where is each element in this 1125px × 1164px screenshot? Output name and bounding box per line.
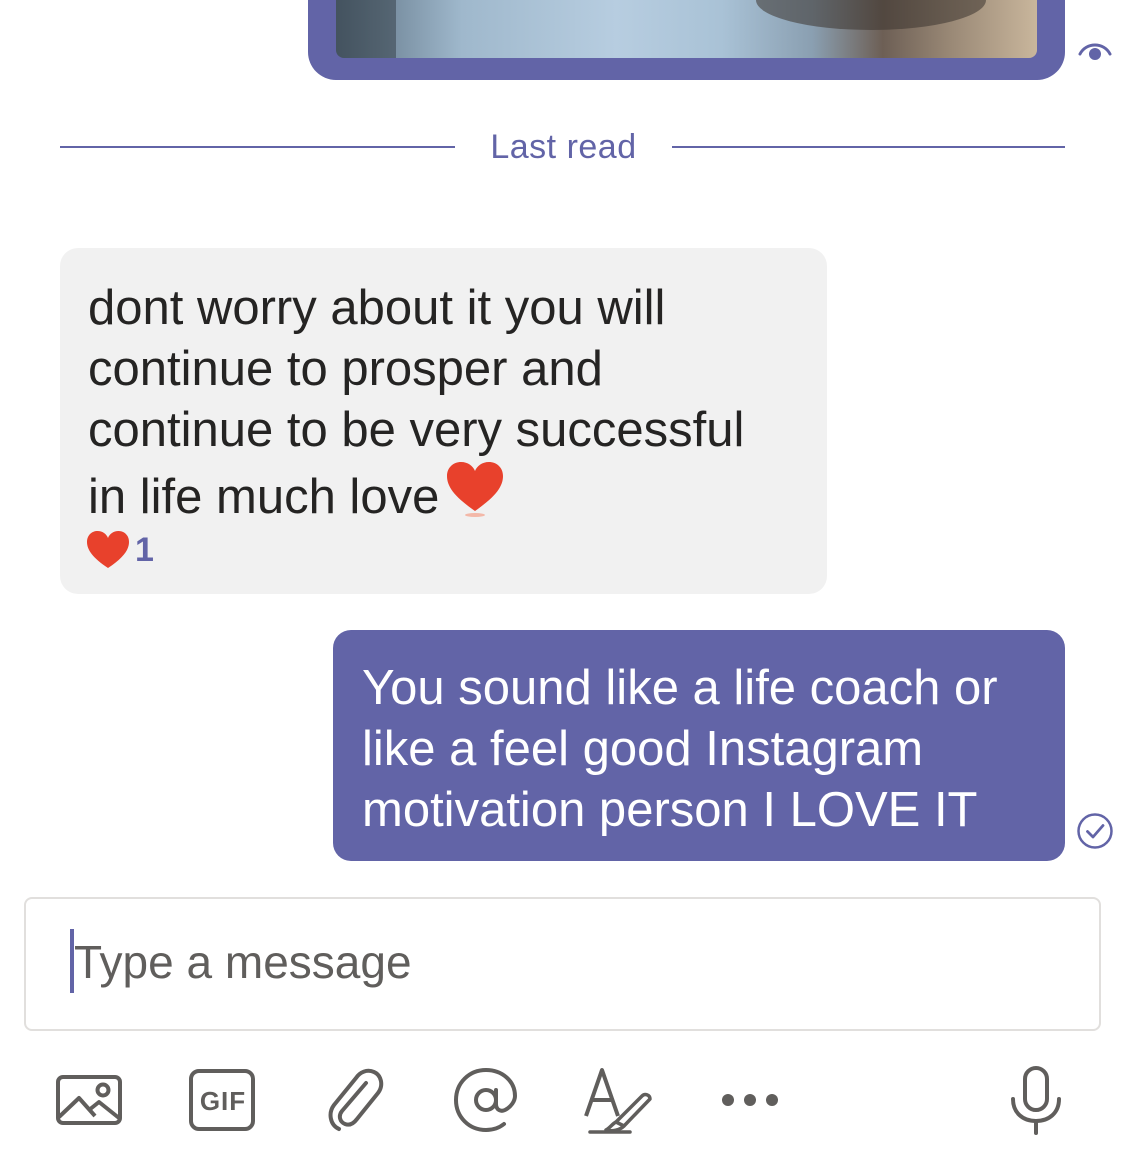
outgoing-message-text: You sound like a life coach or like a fe… — [362, 658, 1037, 841]
heart-icon — [87, 531, 129, 568]
reaction-badge[interactable]: 1 — [85, 530, 154, 570]
heart-emoji — [447, 462, 504, 517]
microphone-button[interactable] — [996, 1060, 1076, 1140]
message-input[interactable] — [74, 927, 1054, 997]
gif-button[interactable]: GIF — [182, 1060, 262, 1140]
chat-screen: Last read dont worry about it you will c… — [0, 0, 1125, 1164]
outgoing-line: motivation person I LOVE IT — [362, 783, 978, 837]
image-icon — [56, 1075, 122, 1125]
format-button[interactable] — [578, 1060, 658, 1140]
attach-icon — [328, 1068, 384, 1131]
image-button[interactable] — [50, 1060, 130, 1140]
incoming-line-last: in life much love — [88, 461, 799, 528]
compose-box[interactable] — [24, 897, 1101, 1031]
divider-line-right — [672, 146, 1065, 148]
outgoing-message-bubble[interactable]: You sound like a life coach or like a fe… — [333, 630, 1065, 861]
reaction-count: 1 — [135, 530, 154, 569]
image-message-bubble[interactable] — [308, 0, 1065, 80]
incoming-message-text: dont worry about it you will continue to… — [88, 278, 799, 528]
divider-line-left — [60, 146, 455, 148]
incoming-line: continue to prosper and — [88, 342, 603, 396]
more-options-button[interactable] — [710, 1060, 790, 1140]
incoming-message-bubble[interactable]: dont worry about it you will continue to… — [60, 248, 827, 594]
seen-eye-icon — [1078, 43, 1112, 60]
more-icon — [722, 1094, 778, 1106]
mention-icon — [453, 1067, 518, 1133]
last-read-label: Last read — [490, 128, 637, 166]
mention-button[interactable] — [446, 1060, 526, 1140]
outgoing-line: like a feel good Instagram — [362, 722, 924, 776]
incoming-line: in life much love — [88, 470, 440, 524]
sent-check-icon — [1077, 813, 1113, 849]
compose-toolbar: GIF — [0, 1060, 1125, 1144]
format-icon — [584, 1068, 652, 1134]
gif-label: GIF — [199, 1086, 247, 1116]
outgoing-line: You sound like a life coach or — [362, 661, 998, 715]
image-attachment[interactable] — [336, 0, 1037, 58]
microphone-icon — [1011, 1066, 1061, 1135]
attach-button[interactable] — [314, 1060, 394, 1140]
incoming-line: continue to be very successful — [88, 403, 745, 457]
last-read-divider: Last read — [0, 128, 1125, 168]
incoming-line: dont worry about it you will — [88, 281, 666, 335]
